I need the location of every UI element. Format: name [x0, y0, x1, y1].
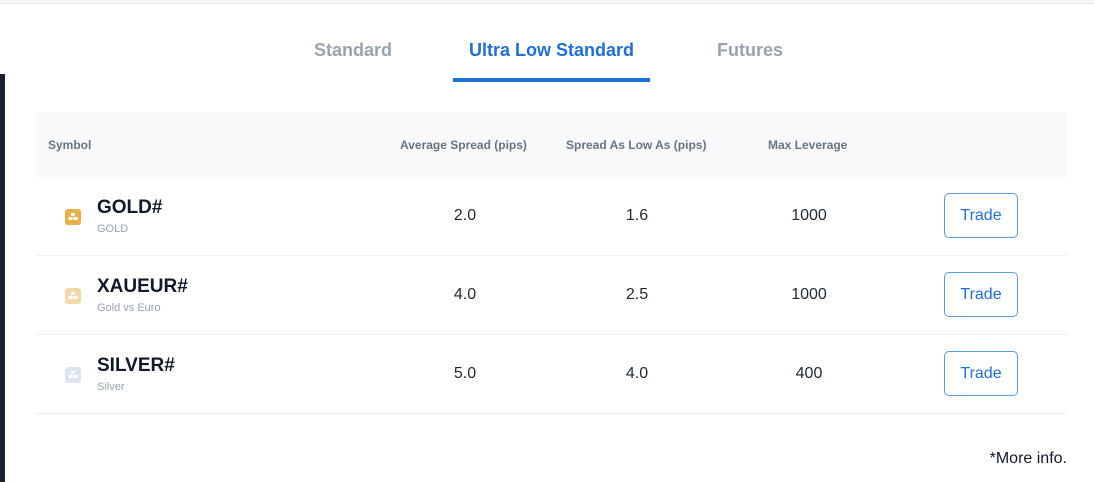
- header-max-leverage: Max Leverage: [768, 138, 848, 152]
- more-info-link[interactable]: *More info.: [990, 450, 1067, 468]
- trade-button-xaueur[interactable]: Trade: [944, 272, 1018, 317]
- average-spread-value: 2.0: [453, 207, 477, 224]
- max-leverage-value: 1000: [791, 207, 827, 224]
- silver-bars-icon: [65, 367, 81, 383]
- header-spread-as-low-as: Spread As Low As (pips): [566, 138, 707, 152]
- header-symbol: Symbol: [48, 138, 92, 152]
- symbol-name: XAUEUR#: [97, 276, 188, 297]
- symbol-description: GOLD: [97, 223, 129, 235]
- gold-euro-bars-icon: [65, 288, 81, 304]
- table-row: GOLD# GOLD 2.0 1.6 1000 Trade: [36, 177, 1067, 256]
- spread-low-value: 4.0: [625, 365, 649, 382]
- average-spread-value: 4.0: [453, 286, 477, 303]
- trade-button-silver[interactable]: Trade: [944, 351, 1018, 396]
- spread-low-value: 1.6: [625, 207, 649, 224]
- page: Standard Ultra Low Standard Futures Symb…: [0, 0, 1094, 482]
- account-type-tabs: Standard Ultra Low Standard Futures: [0, 30, 1094, 82]
- average-spread-value: 5.0: [453, 365, 477, 382]
- header-average-spread: Average Spread (pips): [400, 138, 527, 152]
- max-leverage-value: 1000: [791, 286, 827, 303]
- trade-button-gold[interactable]: Trade: [944, 193, 1018, 238]
- left-edge-bar: [0, 74, 5, 482]
- tab-futures[interactable]: Futures: [705, 30, 795, 82]
- spreads-table: Symbol Average Spread (pips) Spread As L…: [36, 112, 1067, 414]
- symbol-name: GOLD#: [97, 197, 163, 218]
- max-leverage-value: 400: [795, 365, 823, 382]
- table-header: Symbol Average Spread (pips) Spread As L…: [36, 112, 1067, 177]
- spread-low-value: 2.5: [625, 286, 649, 303]
- symbol-description: Silver: [97, 381, 125, 393]
- tab-ultra-low-standard[interactable]: Ultra Low Standard: [453, 30, 650, 82]
- table-row: XAUEUR# Gold vs Euro 4.0 2.5 1000 Trade: [36, 256, 1067, 335]
- symbol-name: SILVER#: [97, 355, 175, 376]
- tab-standard[interactable]: Standard: [303, 30, 403, 82]
- table-row: SILVER# Silver 5.0 4.0 400 Trade: [36, 335, 1067, 414]
- symbol-description: Gold vs Euro: [97, 302, 161, 314]
- gold-bars-icon: [65, 209, 81, 225]
- top-strip: [0, 0, 1094, 4]
